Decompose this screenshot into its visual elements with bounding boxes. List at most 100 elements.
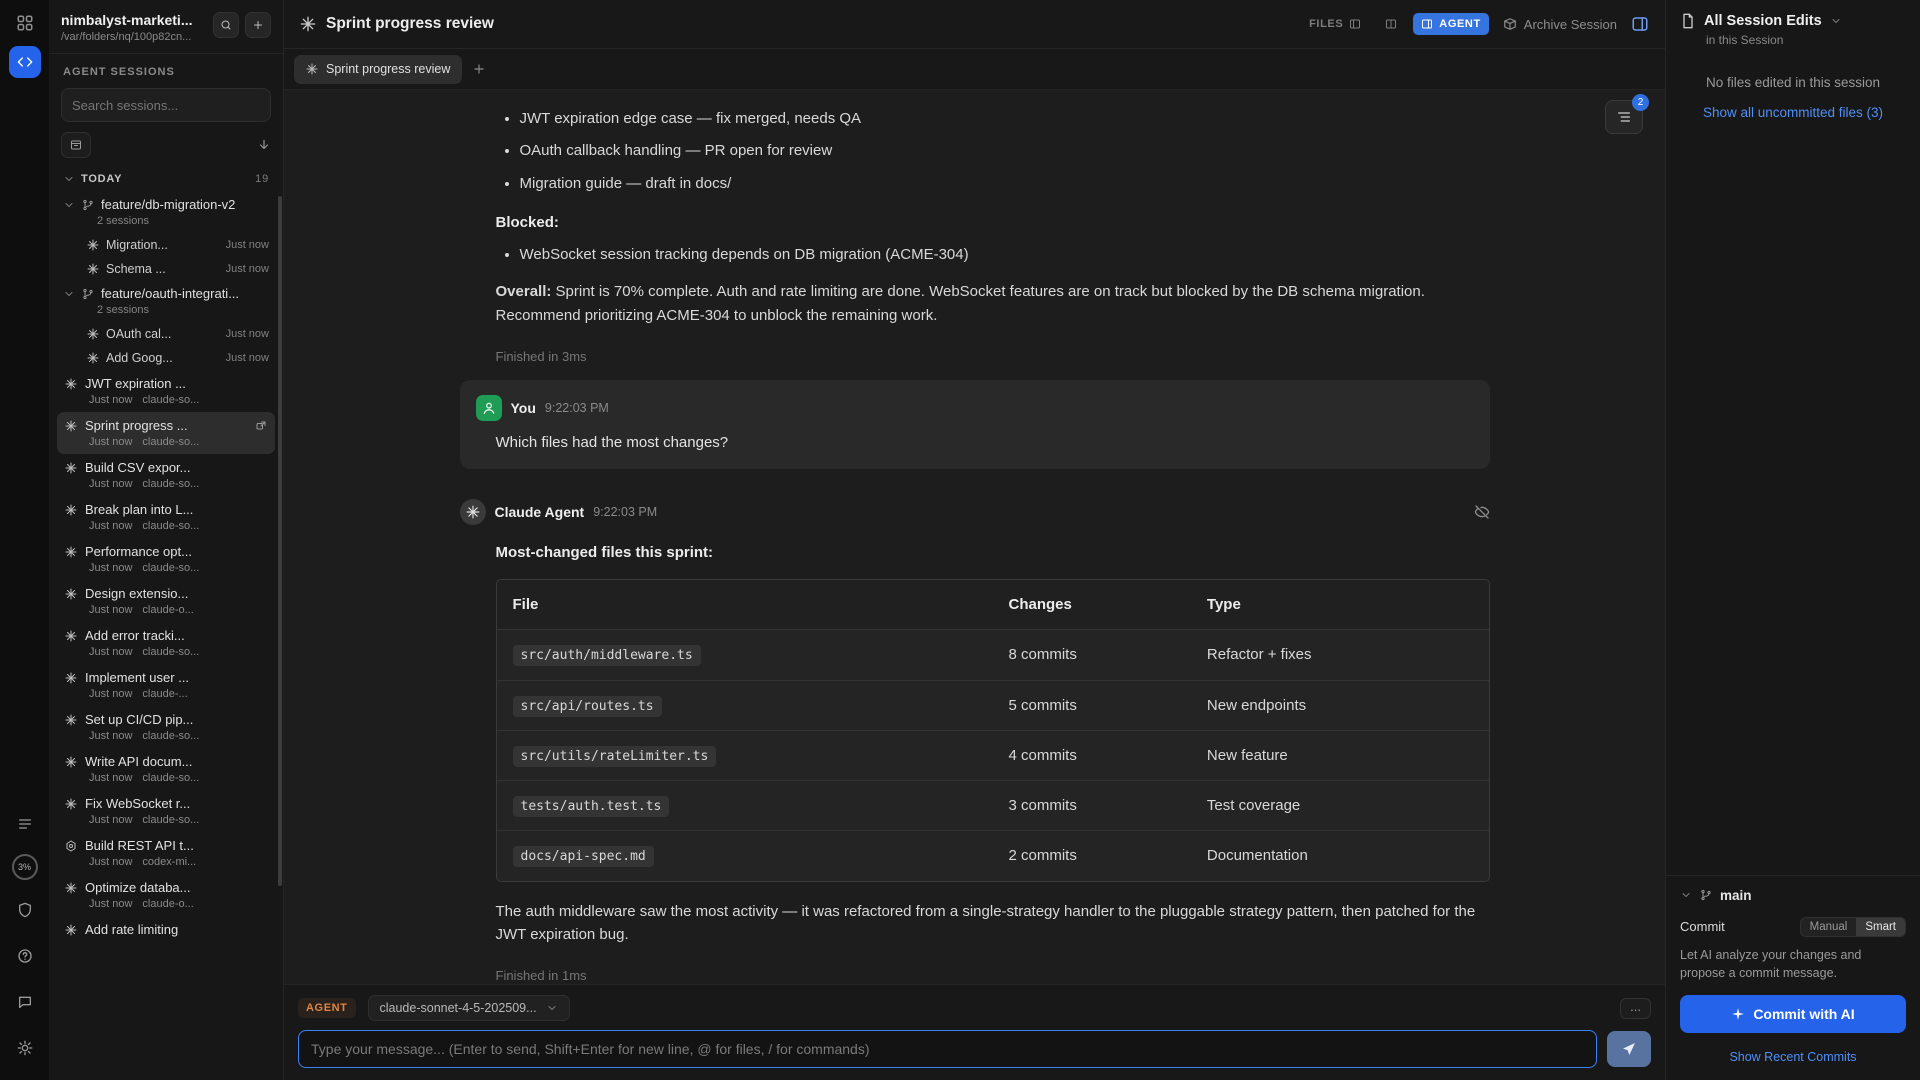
settings-button[interactable] (9, 1032, 41, 1064)
changes-cell: 4 commits (993, 730, 1191, 780)
session-list-item-selected[interactable]: Sprint progress ... Just nowclaude-so... (57, 412, 275, 454)
archive-filter-button[interactable] (61, 132, 91, 158)
workspace-code-button[interactable] (9, 46, 41, 78)
person-icon (482, 401, 496, 415)
workspace-search-button[interactable] (213, 12, 239, 38)
composer-more-button[interactable]: ... (1620, 998, 1651, 1019)
session-list-item[interactable]: Build REST API t... Just nowcodex-mi... (57, 832, 275, 874)
session-list-item[interactable]: Migration... Just now (57, 233, 275, 257)
right-panel-toggle-button[interactable] (1631, 15, 1649, 33)
col-header-file: File (497, 580, 993, 630)
session-list-item[interactable]: Add Goog... Just now (57, 346, 275, 370)
branch-group-oauth[interactable]: feature/oauth-integrati... 2 sessions (57, 281, 275, 322)
type-cell: Test coverage (1191, 781, 1489, 831)
session-list-item[interactable]: Set up CI/CD pip... Just nowclaude-so... (57, 706, 275, 748)
sidebar-scrollbar[interactable] (278, 196, 282, 886)
session-list-item[interactable]: OAuth cal... Just now (57, 322, 275, 346)
workspace-header: nimbalyst-marketi... /var/folders/nq/100… (49, 0, 283, 54)
sparkle-icon (1731, 1007, 1745, 1021)
col-header-type: Type (1191, 580, 1489, 630)
claude-icon (65, 546, 77, 558)
agent-view-button[interactable]: AGENT (1413, 13, 1489, 35)
file-path: docs/api-spec.md (513, 846, 654, 867)
tasks-button[interactable] (9, 808, 41, 840)
branch-selector[interactable]: main (1680, 888, 1906, 903)
session-edits-dropdown[interactable]: All Session Edits (1680, 13, 1906, 29)
session-label: Performance opt... (85, 544, 267, 559)
claude-icon (65, 588, 77, 600)
claude-icon (65, 924, 77, 936)
today-group-header[interactable]: TODAY 19 (49, 166, 283, 192)
session-list-item[interactable]: Add error tracki... Just nowclaude-so... (57, 622, 275, 664)
agent-message: Claude Agent 9:22:03 PM Most-changed fil… (460, 499, 1490, 983)
changes-table: File Changes Type src/auth/middleware.ts… (496, 579, 1490, 882)
branch-group-db-migration[interactable]: feature/db-migration-v2 2 sessions (57, 192, 275, 233)
session-list-item[interactable]: Implement user ... Just nowclaude-... (57, 664, 275, 706)
session-edits-panel: All Session Edits in this Session No fil… (1665, 0, 1920, 1080)
commit-ai-description: Let AI analyze your changes and propose … (1680, 946, 1906, 982)
help-button[interactable] (9, 940, 41, 972)
outline-toggle-button[interactable]: 2 (1605, 100, 1643, 134)
tab-sprint-progress-review[interactable]: Sprint progress review (294, 55, 462, 84)
session-time: Just now (89, 730, 132, 742)
commit-mode-manual[interactable]: Manual (1801, 918, 1857, 936)
session-time: Just now (89, 856, 132, 868)
agent-mode-badge[interactable]: AGENT (298, 998, 356, 1018)
app-logo (16, 14, 34, 32)
session-label: Add rate limiting (85, 922, 267, 937)
send-icon (1621, 1041, 1637, 1057)
session-list-item[interactable]: Build CSV expor... Just nowclaude-so... (57, 454, 275, 496)
sidebar-toggle-icon (1631, 15, 1649, 33)
page-title: Sprint progress review (326, 15, 494, 33)
feedback-button[interactable] (9, 986, 41, 1018)
help-icon (17, 948, 33, 964)
session-list-item[interactable]: Optimize databa... Just nowclaude-o... (57, 874, 275, 916)
open-session-icon[interactable] (255, 420, 267, 432)
chevron-down-icon (546, 1002, 558, 1014)
table-row: src/auth/middleware.ts 8 commits Refacto… (497, 630, 1489, 680)
agent-view-label: AGENT (1439, 18, 1481, 30)
agent-panel-icon (1421, 18, 1433, 30)
send-button[interactable] (1607, 1031, 1651, 1067)
session-model: claude-so... (142, 562, 199, 574)
session-list-item[interactable]: Fix WebSocket r... Just nowclaude-so... (57, 790, 275, 832)
session-list-item[interactable]: Add rate limiting (57, 916, 275, 943)
commit-mode-smart[interactable]: Smart (1856, 918, 1905, 936)
session-time: Just now (89, 814, 132, 826)
user-author: You (511, 400, 536, 416)
split-view-button[interactable] (1377, 13, 1405, 35)
session-label: Build REST API t... (85, 838, 267, 853)
claude-icon (466, 505, 480, 519)
new-tab-button[interactable] (472, 62, 486, 76)
hide-message-button[interactable] (1474, 504, 1490, 520)
session-time: Just now (89, 772, 132, 784)
chat-scroll-area[interactable]: JWT expiration edge case — fix merged, n… (284, 90, 1665, 984)
commit-with-ai-button[interactable]: Commit with AI (1680, 995, 1906, 1033)
session-list-item[interactable]: Schema ... Just now (57, 257, 275, 281)
session-label: Sprint progress ... (85, 418, 247, 433)
sort-button[interactable] (257, 138, 271, 152)
session-model: claude-o... (142, 604, 193, 616)
agent-message-body: JWT expiration edge case — fix merged, n… (496, 107, 1490, 327)
search-sessions-input[interactable] (61, 88, 271, 122)
session-list-item[interactable]: Break plan into L... Just nowclaude-so..… (57, 496, 275, 538)
archive-session-button[interactable]: Archive Session (1503, 17, 1617, 32)
new-session-button[interactable] (245, 12, 271, 38)
model-selector[interactable]: claude-sonnet-4-5-202509... (368, 995, 570, 1021)
show-recent-commits-link[interactable]: Show Recent Commits (1680, 1050, 1906, 1064)
session-list-item[interactable]: JWT expiration ... Just nowclaude-so... (57, 370, 275, 412)
usage-indicator[interactable]: 3% (12, 854, 38, 880)
claude-icon (65, 420, 77, 432)
security-button[interactable] (9, 894, 41, 926)
agent-author: Claude Agent (495, 504, 585, 520)
session-list-item[interactable]: Performance opt... Just nowclaude-so... (57, 538, 275, 580)
files-view-button[interactable]: FILES (1301, 13, 1369, 35)
session-list-item[interactable]: Design extensio... Just nowclaude-o... (57, 580, 275, 622)
message-input[interactable] (298, 1030, 1597, 1068)
empty-state-text: No files edited in this session (1666, 75, 1920, 90)
agent-sessions-label: AGENT SESSIONS (49, 54, 283, 86)
session-list-item[interactable]: Write API docum... Just nowclaude-so... (57, 748, 275, 790)
session-list: feature/db-migration-v2 2 sessions Migra… (49, 192, 283, 1080)
show-uncommitted-link[interactable]: Show all uncommitted files (3) (1666, 105, 1920, 120)
claude-icon (300, 16, 316, 32)
